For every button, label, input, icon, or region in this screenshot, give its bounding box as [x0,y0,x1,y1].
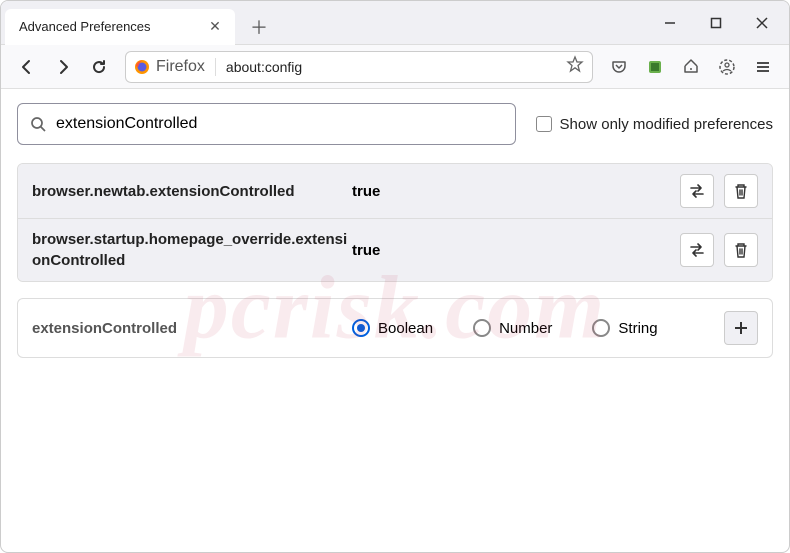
preference-value: true [352,242,680,259]
radio-boolean[interactable]: Boolean [352,319,433,337]
forward-button[interactable] [47,51,79,83]
checkbox-label: Show only modified preferences [560,116,773,133]
radio-string[interactable]: String [592,319,657,337]
search-input[interactable] [56,115,503,133]
maximize-button[interactable] [693,3,739,43]
toggle-button[interactable] [680,233,714,267]
account-icon[interactable] [711,51,743,83]
pocket-icon[interactable] [603,51,635,83]
toolbar: Firefox about:config [1,45,789,89]
add-button[interactable] [724,311,758,345]
radio-label: Boolean [378,320,433,337]
address-bar[interactable]: Firefox about:config [125,51,593,83]
add-preference-name: extensionControlled [32,320,352,337]
type-radio-group: Boolean Number String [352,319,724,337]
show-modified-checkbox[interactable]: Show only modified preferences [536,116,773,133]
identity-box[interactable]: Firefox [134,58,216,76]
bookmark-star-icon[interactable] [566,55,584,78]
minimize-button[interactable] [647,3,693,43]
window-controls [647,3,789,43]
radio-number[interactable]: Number [473,319,552,337]
delete-button[interactable] [724,233,758,267]
radio-icon [352,319,370,337]
close-tab-icon[interactable]: ✕ [205,17,225,37]
menu-button[interactable] [747,51,779,83]
preference-value: true [352,183,680,200]
radio-icon [473,319,491,337]
new-tab-button[interactable]: ＋ [245,13,273,41]
radio-label: Number [499,320,552,337]
delete-button[interactable] [724,174,758,208]
downloads-icon[interactable] [675,51,707,83]
tab-title: Advanced Preferences [19,19,205,34]
add-preference-row: extensionControlled Boolean Number Strin… [17,298,773,358]
preference-name: browser.startup.homepage_override.extens… [32,229,352,271]
preference-row: browser.startup.homepage_override.extens… [18,219,772,281]
close-window-button[interactable] [739,3,785,43]
search-icon [30,116,46,132]
radio-label: String [618,320,657,337]
back-button[interactable] [11,51,43,83]
identity-label: Firefox [156,58,205,76]
content-area: Show only modified preferences browser.n… [1,89,789,372]
extension-icon[interactable] [639,51,671,83]
titlebar: Advanced Preferences ✕ ＋ [1,1,789,45]
preference-row: browser.newtab.extensionControlled true [18,164,772,219]
firefox-logo-icon [134,59,150,75]
checkbox-icon [536,116,552,132]
url-text: about:config [222,59,306,75]
toggle-button[interactable] [680,174,714,208]
preference-name: browser.newtab.extensionControlled [32,181,352,202]
preference-list: browser.newtab.extensionControlled true … [17,163,773,282]
reload-button[interactable] [83,51,115,83]
browser-tab[interactable]: Advanced Preferences ✕ [5,9,235,45]
radio-icon [592,319,610,337]
search-box[interactable] [17,103,516,145]
